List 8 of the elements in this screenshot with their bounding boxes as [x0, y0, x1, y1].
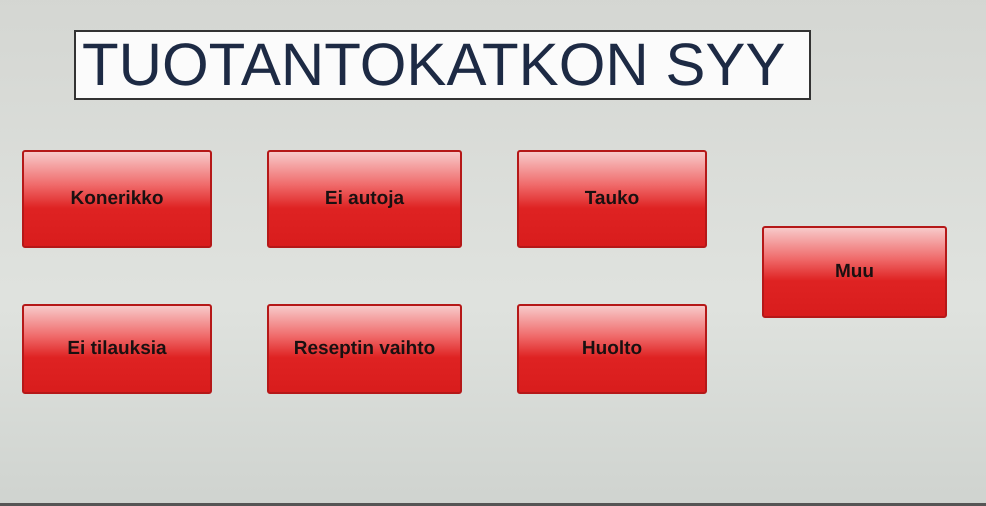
reason-button[interactable]: Muu [762, 226, 947, 318]
reason-button[interactable]: Reseptin vaihto [267, 304, 462, 394]
reason-button[interactable]: Tauko [517, 150, 707, 248]
screen-title: TUOTANTOKATKON SYY [74, 30, 812, 100]
reason-button[interactable]: Ei autoja [267, 150, 462, 248]
reason-button[interactable]: Ei tilauksia [22, 304, 212, 394]
reason-button[interactable]: Huolto [517, 304, 707, 394]
reason-button[interactable]: Konerikko [22, 150, 212, 248]
